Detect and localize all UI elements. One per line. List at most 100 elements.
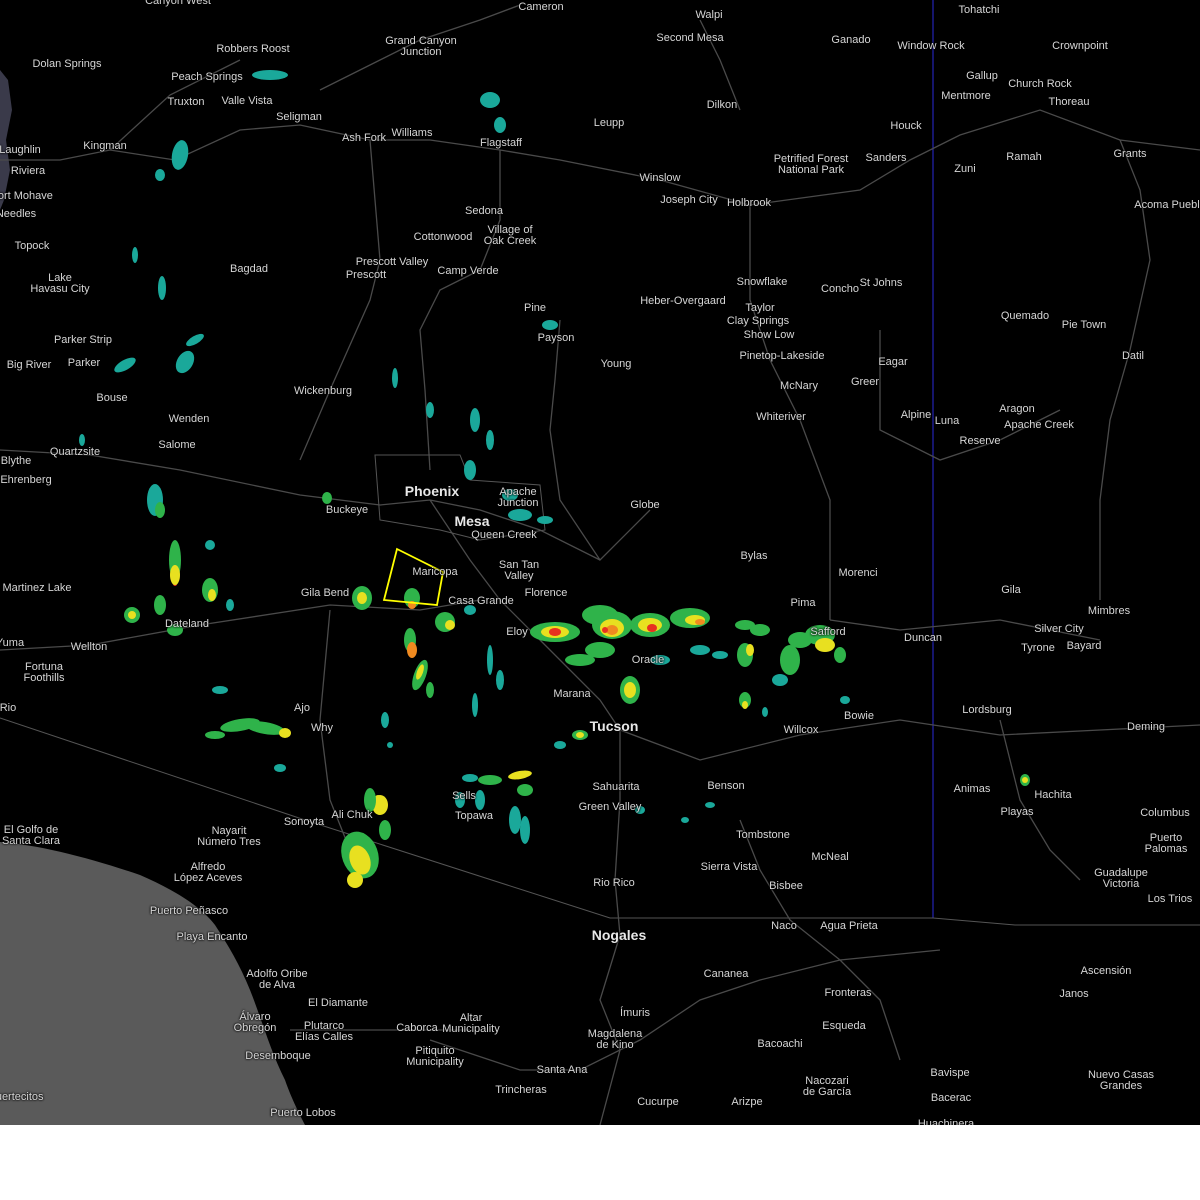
place-label-parker: Parker [67,357,101,369]
radar-cell [520,816,530,844]
place-label-bavispe: Bavispe [930,1067,970,1079]
radar-cell [496,670,504,690]
radar-cell [780,645,800,675]
radar-cell [357,592,367,604]
radar-cell [840,696,850,704]
radar-cell [208,589,216,601]
radar-cell [690,645,710,655]
radar-cell [155,169,165,181]
place-label-nogales: Nogales [591,927,647,943]
place-label-snowflake: Snowflake [736,276,788,288]
radar-cell [426,402,434,418]
place-label-cananea: Cananea [703,968,749,980]
radar-cell [212,686,228,694]
radar-cell [205,540,215,550]
place-label-nuevo-casas-grandes: Nuevo Casas Grandes [1087,1069,1155,1092]
radar-cell [554,741,566,749]
place-label-caborca: Caborca [396,1022,438,1034]
place-label-church-rock: Church Rock [1008,78,1072,90]
place-label-fort-mohave: Fort Mohave [0,190,53,202]
place-label-dateland: Dateland [164,618,210,630]
radar-cell [407,642,417,658]
place-label-camp-verde: Camp Verde [437,265,499,277]
radar-cell [815,638,835,652]
radar-cell [79,434,85,446]
place-label-marana: Marana [553,688,591,700]
radar-cell [772,674,788,686]
place-label-big-river: Big River [6,359,52,371]
place-label-bylas: Bylas [740,550,768,562]
radar-cell [750,624,770,636]
place-label-wickenburg: Wickenburg [293,385,353,397]
radar-cell [517,784,533,796]
radar-cell [681,817,689,823]
radar-cell [170,565,180,585]
footer-blank [0,1125,1200,1200]
radar-cell [746,644,754,656]
place-label-young: Young [600,358,632,370]
place-label-mimbres: Mimbres [1087,605,1131,617]
radar-cell [624,682,636,698]
place-label-clay-springs: Clay Springs [726,315,790,327]
place-label-eloy: Eloy [506,626,528,638]
place-label-san-tan-valley: San Tan Valley [498,559,540,582]
radar-cell [464,460,476,480]
place-label-magdalena: Magdalena de Kino [587,1028,643,1051]
place-label-ganado: Ganado [831,34,871,46]
radar-cell [475,790,485,810]
place-label-naco: Naco [771,920,797,932]
place-label-st-johns: St Johns [859,277,903,289]
radar-cell [158,276,166,300]
place-label-sonoyta: Sonoyta [283,816,325,828]
place-label-desemboque: Desemboque [245,1050,311,1062]
radar-cell [494,117,506,133]
radar-cell [132,247,138,263]
place-label-agua-prieta: Agua Prieta [820,920,878,932]
radar-cell [472,693,478,717]
place-label-grants: Grants [1113,148,1147,160]
place-label-zuni: Zuni [954,163,976,175]
place-label-alpine: Alpine [900,409,932,421]
radar-cell [742,701,748,709]
place-label-eagar: Eagar [878,356,908,368]
radar-cell [508,509,532,521]
place-label-pinetop-lakeside: Pinetop-Lakeside [739,350,825,362]
place-label-martinez-lake: Martinez Lake [2,582,72,594]
place-label-oracle: Oracle [631,654,665,666]
place-label-bacerac: Bacerac [930,1092,972,1104]
place-label-pitiquito: Pitiquito Municipality [406,1045,464,1068]
place-label-gallup: Gallup [966,70,998,82]
radar-cell [462,774,478,782]
place-label-pie-town: Pie Town [1061,319,1107,331]
radar-cell [347,872,363,888]
place-label-deming: Deming [1127,721,1165,733]
place-label-globe: Globe [630,499,660,511]
radar-cell [509,806,521,834]
radar-cell [762,707,768,717]
place-label-guadalupe-victoria: Guadalupe Victoria [1094,867,1148,890]
place-label-puerto-lobos: Puerto Lobos [270,1107,336,1119]
place-label-phoenix: Phoenix [404,483,460,499]
place-label-village-of-oak-creek: Village of Oak Creek [483,224,537,247]
place-label-payson: Payson [537,332,575,344]
place-label-salome: Salome [158,439,196,451]
place-label-why: Why [311,722,333,734]
place-label-tohatchi: Tohatchi [958,4,1000,16]
place-label-fortuna-foothills: Fortuna Foothills [23,661,65,684]
radar-cell [542,320,558,330]
place-label-joseph-city: Joseph City [660,194,718,206]
radar-cell [279,728,291,738]
radar-cell [834,647,846,663]
place-label-nayarit: Nayarit Número Tres [197,825,261,848]
radar-cell [128,611,136,619]
place-label-bayard: Bayard [1066,640,1102,652]
place-label-puerto-palomas: Puerto Palomas [1144,832,1188,855]
place-label-green-valley: Green Valley [578,801,642,813]
place-label-puertecitos: Puertecitos [0,1091,44,1103]
place-label-parker-strip: Parker Strip [53,334,113,346]
radar-cell [171,140,189,170]
radar-map[interactable]: Canyon West Cameron Walpi Tohatchi Robbers R… [0,0,1200,1125]
place-label-grand-canyon-junction: Grand Canyon Junction [385,35,457,58]
radar-cell [252,70,288,80]
place-label-el-golfo: El Golfo de Santa Clara [1,824,61,847]
